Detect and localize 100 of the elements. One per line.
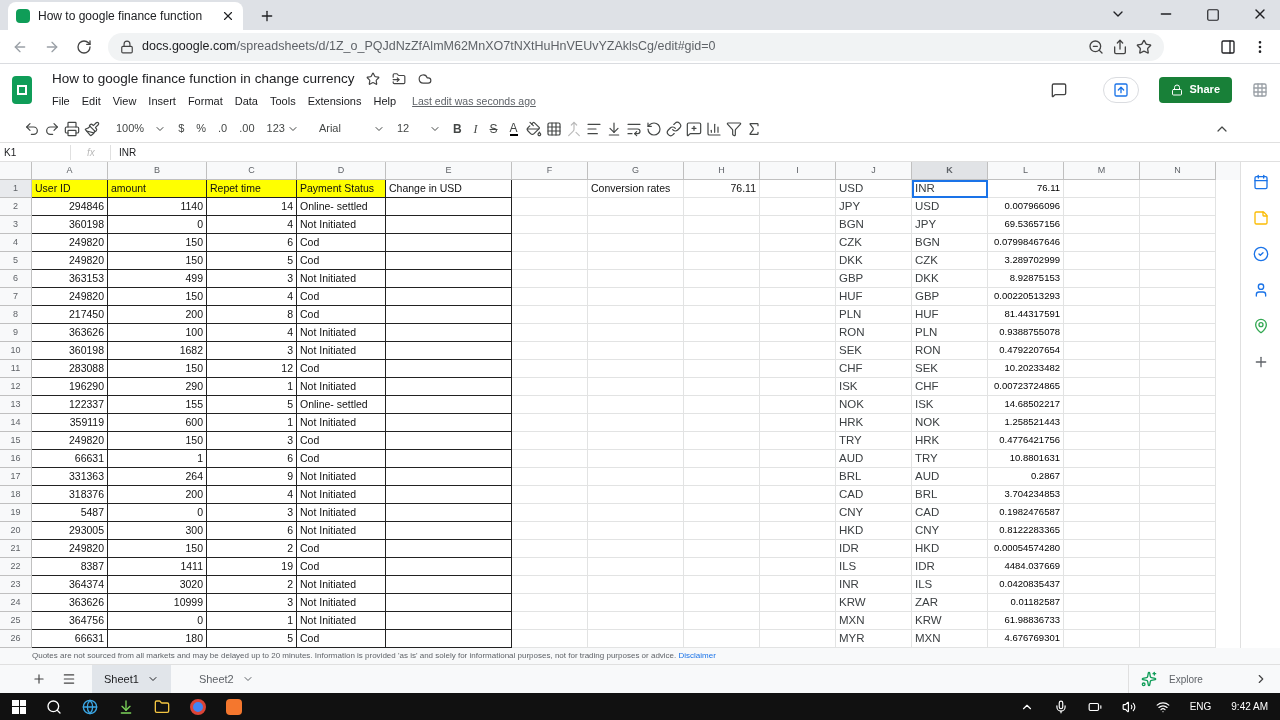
bold-button[interactable]: B <box>448 116 466 141</box>
browser-tab[interactable]: How to google finance function <box>8 2 243 30</box>
row-header[interactable]: 20 <box>0 522 32 540</box>
side-panel-icon[interactable] <box>1220 38 1236 55</box>
paint-format-icon[interactable] <box>84 120 100 137</box>
row-header[interactable]: 21 <box>0 540 32 558</box>
column-header[interactable]: N <box>1140 162 1216 180</box>
decrease-decimal-button[interactable]: .0 <box>214 116 232 141</box>
share-page-icon[interactable] <box>1112 38 1128 55</box>
row-header[interactable]: 10 <box>0 342 32 360</box>
column-header[interactable]: M <box>1064 162 1140 180</box>
map-pin-icon[interactable] <box>1252 318 1269 334</box>
menu-item[interactable]: File <box>52 93 70 110</box>
italic-button[interactable]: I <box>469 116 482 141</box>
comment-icon[interactable] <box>1051 81 1068 98</box>
row-header[interactable]: 7 <box>0 288 32 306</box>
star-icon[interactable] <box>366 72 381 87</box>
menu-item[interactable]: Edit <box>81 93 101 110</box>
column-header[interactable]: K <box>912 162 988 180</box>
row-header[interactable]: 19 <box>0 504 32 522</box>
undo-icon[interactable] <box>24 120 40 137</box>
formula-field[interactable]: INR <box>110 144 1240 160</box>
row-header[interactable]: 15 <box>0 432 32 450</box>
clock[interactable]: 9:42 AM <box>1231 699 1268 714</box>
language-indicator[interactable]: ENG <box>1189 699 1212 714</box>
row-header[interactable]: 4 <box>0 234 32 252</box>
download-icon[interactable] <box>118 698 134 715</box>
text-color-button[interactable]: A <box>505 116 522 141</box>
zoom-dropdown[interactable]: 100% <box>104 116 171 141</box>
menu-item[interactable]: Format <box>187 93 223 110</box>
increase-decimal-button[interactable]: .00 <box>235 116 259 141</box>
menu-item[interactable]: Tools <box>269 93 296 110</box>
name-box[interactable]: K1 <box>0 144 70 160</box>
tasks-icon[interactable] <box>1252 246 1269 262</box>
move-icon[interactable] <box>392 72 407 87</box>
row-header[interactable]: 24 <box>0 594 32 612</box>
row-header[interactable]: 12 <box>0 378 32 396</box>
last-edit-link[interactable]: Last edit was seconds ago <box>412 93 536 110</box>
column-header[interactable]: G <box>588 162 684 180</box>
wifi-icon[interactable] <box>1155 699 1170 714</box>
close-icon[interactable] <box>221 9 235 23</box>
chart-icon[interactable] <box>705 120 722 137</box>
folder-icon[interactable] <box>154 698 170 715</box>
menu-item[interactable]: Data <box>234 93 258 110</box>
font-dropdown[interactable]: Arial <box>306 116 389 141</box>
restore-icon[interactable] <box>1206 8 1220 22</box>
cloud-icon[interactable] <box>418 72 433 87</box>
sheets-logo-icon[interactable] <box>12 75 32 104</box>
app-icon[interactable] <box>226 698 242 715</box>
new-tab-icon[interactable] <box>259 8 275 24</box>
percent-button[interactable]: % <box>192 116 211 141</box>
row-header[interactable]: 23 <box>0 576 32 594</box>
add-sheet-icon[interactable] <box>32 672 46 686</box>
menu-item[interactable]: Extensions <box>307 93 362 110</box>
row-header[interactable]: 5 <box>0 252 32 270</box>
column-header[interactable]: L <box>988 162 1064 180</box>
search-icon[interactable] <box>46 698 62 715</box>
row-header[interactable]: 26 <box>0 630 32 648</box>
print-icon[interactable] <box>64 120 80 137</box>
row-header[interactable]: 13 <box>0 396 32 414</box>
row-header[interactable]: 18 <box>0 486 32 504</box>
row-header[interactable]: 9 <box>0 324 32 342</box>
row-header[interactable]: 8 <box>0 306 32 324</box>
address-field[interactable]: docs.google.com/spreadsheets/d/1Z_o_PQJdNzZfAlmM62MnXO7tNXtHuHnVEUvYZAklsCg/edit#gid=0 <box>108 32 1164 61</box>
bookmark-icon[interactable] <box>1136 38 1152 55</box>
row-header[interactable]: 2 <box>0 198 32 216</box>
row-header[interactable]: 11 <box>0 360 32 378</box>
sheet-tab[interactable]: Sheet1 <box>92 665 171 693</box>
windows-start-icon[interactable] <box>12 699 26 714</box>
all-sheets-icon[interactable] <box>62 672 76 686</box>
row-header[interactable]: 17 <box>0 468 32 486</box>
currency-button[interactable]: $ <box>174 116 189 141</box>
borders-icon[interactable] <box>545 120 562 137</box>
document-title[interactable]: How to google finance function in change currency <box>52 69 355 90</box>
column-header[interactable]: H <box>684 162 760 180</box>
row-header[interactable]: 25 <box>0 612 32 630</box>
reload-icon[interactable] <box>76 38 92 55</box>
rotate-icon[interactable] <box>645 120 662 137</box>
row-header[interactable]: 6 <box>0 270 32 288</box>
redo-icon[interactable] <box>44 120 60 137</box>
row-header[interactable]: 16 <box>0 450 32 468</box>
link-icon[interactable] <box>665 120 682 137</box>
zoom-icon[interactable] <box>1088 38 1104 55</box>
row-header[interactable]: 14 <box>0 414 32 432</box>
menu-item[interactable]: Insert <box>148 93 176 110</box>
fill-color-icon[interactable] <box>525 120 542 137</box>
column-header[interactable]: F <box>512 162 588 180</box>
font-size-dropdown[interactable]: 12 <box>392 116 445 141</box>
format-dropdown[interactable]: 123 <box>262 116 303 141</box>
row-header[interactable]: 1 <box>0 180 32 198</box>
menu-item[interactable]: Help <box>373 93 397 110</box>
column-header[interactable]: E <box>386 162 512 180</box>
browser-icon[interactable] <box>82 698 98 715</box>
sheet-tab[interactable]: Sheet2 <box>186 665 266 693</box>
filter-icon[interactable] <box>725 120 742 137</box>
strikethrough-button[interactable]: S <box>485 116 502 141</box>
mic-icon[interactable] <box>1053 699 1068 714</box>
disclaimer-link[interactable]: Disclaimer <box>678 651 716 660</box>
add-comment-icon[interactable] <box>685 120 702 137</box>
menu-item[interactable]: View <box>112 93 137 110</box>
